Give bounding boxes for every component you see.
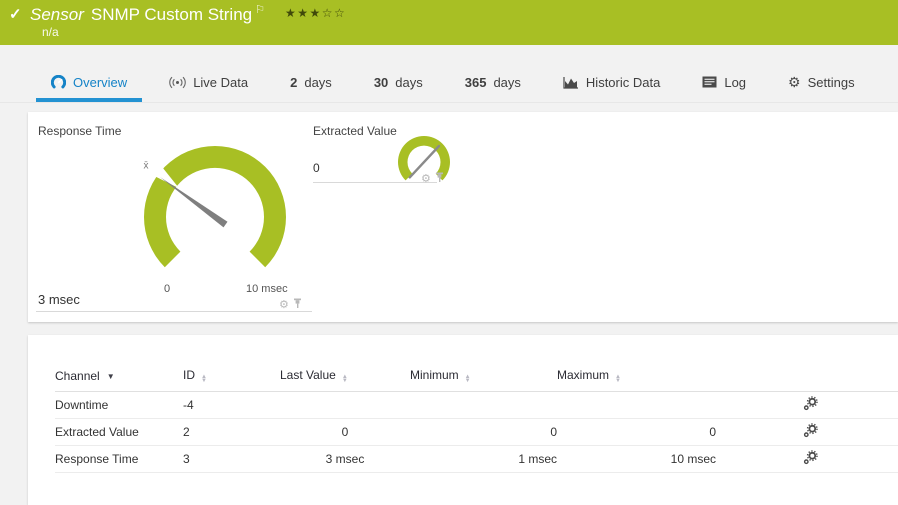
tab-label: days — [395, 74, 423, 90]
sensor-status-subtitle: n/a — [42, 25, 59, 39]
star-empty-icon[interactable]: ☆ — [334, 6, 346, 20]
sort-icon: ▲ ▼ — [615, 373, 621, 385]
sort-icon: ▲ ▼ — [464, 373, 471, 385]
extracted-value-title: Extracted Value — [313, 124, 397, 138]
tab-bar: Overview Live Data 2 days 30 days 365 days Histo… — [0, 62, 898, 103]
column-header-channel[interactable]: Channel ▼ — [55, 361, 183, 392]
channel-table-panel: Channel ▼ ID ▲ ▼ Last Value ▲ ▼ Minimum ▲ ▼ Maximum… — [28, 335, 898, 505]
tab-number: 365 — [464, 74, 487, 90]
response-time-gauge[interactable]: x̄ — [128, 130, 343, 302]
sort-icon: ▲ ▼ — [201, 373, 207, 385]
cell-last — [280, 391, 410, 419]
channel-settings-icon[interactable] — [803, 422, 818, 441]
tab-live-data[interactable]: Live Data — [148, 62, 269, 102]
table-row: Response Time 3 3 msec 1 msec 10 msec — [55, 445, 898, 473]
column-header-max[interactable]: Maximum ▲ ▼ — [557, 361, 716, 392]
svg-text:x̄: x̄ — [144, 161, 149, 172]
sensor-title-line: Sensor SNMP Custom String ⚐ ★★★☆☆ — [30, 3, 346, 25]
star-empty-icon[interactable]: ☆ — [322, 6, 334, 20]
log-icon — [702, 76, 717, 88]
cell-settings — [716, 418, 898, 446]
tab-number: 2 — [290, 74, 298, 90]
cell-min: 0 — [410, 418, 557, 446]
overview-gauges-panel: Response Time x̄ 0 10 msec 3 msec ⚙ Extr… — [28, 112, 898, 322]
sensor-type-label: Sensor — [30, 5, 84, 24]
tab-label: Log — [724, 74, 747, 90]
priority-flag-icon[interactable]: ⚐ — [255, 4, 265, 16]
response-time-value: 3 msec — [38, 292, 80, 307]
tab-number: 30 — [373, 74, 389, 90]
tab-2-days[interactable]: 2 days — [269, 62, 353, 102]
cell-settings — [716, 445, 898, 473]
tab-label: days — [304, 74, 332, 90]
column-header-settings — [716, 361, 898, 392]
cell-last: 0 — [280, 418, 410, 446]
pin-icon[interactable] — [293, 296, 302, 314]
channel-table-body: Downtime -4 Extracted Value 2 0 0 0 Response Ti… — [55, 391, 898, 473]
channel-table-head-row: Channel ▼ ID ▲ ▼ Last Value ▲ ▼ Minimum ▲ ▼ Maximum… — [55, 361, 898, 392]
column-header-id[interactable]: ID ▲ ▼ — [183, 361, 280, 392]
extracted-value-value: 0 — [313, 161, 320, 175]
divider — [36, 311, 312, 312]
table-row: Downtime -4 — [55, 391, 898, 419]
cell-max — [557, 391, 716, 419]
gauge-icon — [51, 74, 66, 90]
gauge-toolbar: ⚙ — [421, 170, 444, 188]
cell-id: 3 — [183, 445, 280, 473]
table-row: Extracted Value 2 0 0 0 — [55, 418, 898, 446]
tab-30-days[interactable]: 30 days — [353, 62, 444, 102]
gauge-scale-max: 10 msec — [246, 283, 288, 295]
cell-last: 3 msec — [280, 445, 410, 473]
cell-id: 2 — [183, 418, 280, 446]
channel-settings-icon[interactable] — [803, 395, 818, 414]
tab-label: Overview — [73, 74, 128, 90]
cell-id: -4 — [183, 391, 280, 419]
cell-channel: Extracted Value — [55, 418, 183, 446]
chart-icon — [563, 76, 579, 89]
divider — [313, 182, 437, 183]
star-filled-icon[interactable]: ★ — [310, 6, 322, 20]
cell-min: 1 msec — [410, 445, 557, 473]
cell-max: 10 msec — [557, 445, 716, 473]
tab-label: Live Data — [193, 74, 249, 90]
check-icon: ✓ — [9, 6, 22, 23]
gauge-scale-min: 0 — [164, 283, 171, 295]
sensor-header: ✓ Sensor SNMP Custom String ⚐ ★★★☆☆ n/a — [0, 0, 898, 45]
cell-settings — [716, 391, 898, 419]
star-rating[interactable]: ★★★☆☆ — [285, 6, 346, 20]
tab-log[interactable]: Log — [681, 62, 767, 102]
tab-label: Settings — [807, 74, 855, 90]
gauge-toolbar: ⚙ — [279, 296, 302, 314]
cell-min — [410, 391, 557, 419]
cell-channel: Downtime — [55, 391, 183, 419]
tab-label: Historic Data — [585, 74, 661, 90]
page-title: SNMP Custom String — [90, 5, 253, 24]
channel-settings-icon[interactable] — [803, 449, 818, 468]
pin-icon[interactable] — [435, 170, 444, 188]
column-header-min[interactable]: Minimum ▲ ▼ — [410, 361, 557, 392]
tab-settings[interactable]: ⚙ Settings — [767, 62, 876, 102]
sort-icon: ▲ ▼ — [341, 373, 348, 385]
gear-icon: ⚙ — [788, 74, 801, 90]
star-filled-icon[interactable]: ★ — [297, 6, 309, 20]
gauge-settings-icon[interactable]: ⚙ — [279, 299, 289, 311]
response-time-title: Response Time — [38, 124, 122, 138]
channel-table: Channel ▼ ID ▲ ▼ Last Value ▲ ▼ Minimum ▲ ▼ Maximum… — [55, 361, 898, 473]
cell-max: 0 — [557, 418, 716, 446]
tab-365-days[interactable]: 365 days — [444, 62, 542, 102]
star-filled-icon[interactable]: ★ — [285, 6, 297, 20]
tab-label: days — [493, 74, 521, 90]
gauge-settings-icon[interactable]: ⚙ — [421, 173, 431, 185]
sort-desc-icon: ▼ — [106, 371, 115, 381]
tab-overview[interactable]: Overview — [30, 62, 148, 102]
tab-historic-data[interactable]: Historic Data — [542, 62, 681, 102]
column-header-last[interactable]: Last Value ▲ ▼ — [280, 361, 410, 392]
broadcast-icon — [169, 76, 186, 89]
cell-channel: Response Time — [55, 445, 183, 473]
